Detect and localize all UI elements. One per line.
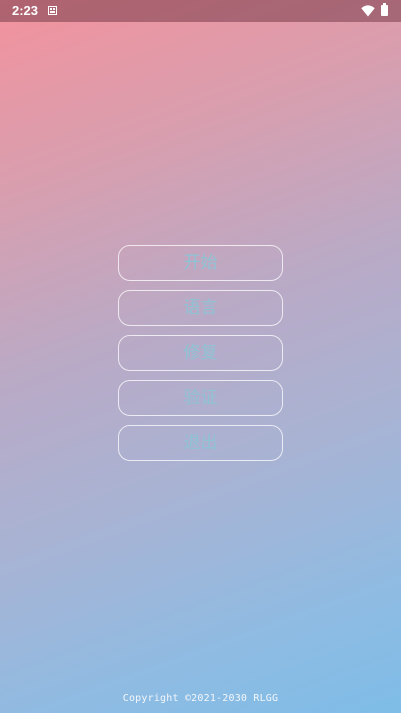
language-button[interactable]: 语言: [118, 290, 283, 326]
status-bar: 2:23: [0, 0, 401, 22]
battery-icon: [381, 3, 388, 16]
notification-icon: [48, 6, 57, 15]
exit-button[interactable]: 退出: [118, 425, 283, 461]
wifi-icon: [361, 5, 375, 17]
status-time: 2:23: [12, 3, 39, 18]
main-menu: 开始 语言 修复 验证 退出: [118, 245, 283, 470]
copyright-footer: Copyright ©2021-2030 RLGG: [122, 693, 279, 704]
repair-button[interactable]: 修复: [118, 335, 283, 371]
start-button[interactable]: 开始: [118, 245, 283, 281]
verify-button[interactable]: 验证: [118, 380, 283, 416]
